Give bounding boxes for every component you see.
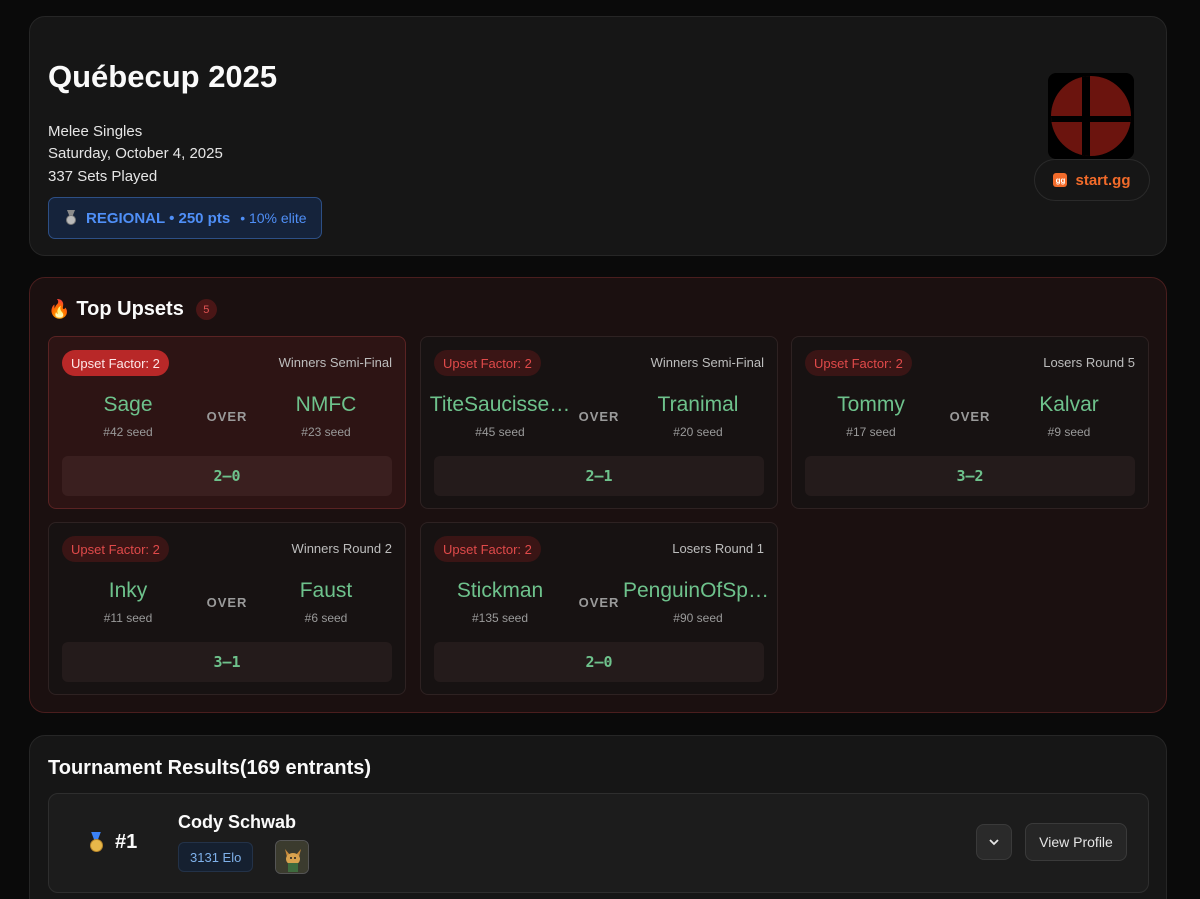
- startgg-icon: gg: [1053, 173, 1068, 187]
- upset-card[interactable]: Upset Factor: 2 Losers Round 1 Stickman …: [420, 522, 778, 695]
- loser-seed: #6 seed: [304, 611, 348, 625]
- loser: Faust #6 seed: [251, 579, 401, 625]
- upset-factor-badge: Upset Factor: 2: [805, 350, 912, 376]
- elo-badge: 3131 Elo: [178, 842, 254, 872]
- upset-factor-badge: Upset Factor: 2: [434, 350, 541, 376]
- upset-card[interactable]: Upset Factor: 2 Losers Round 5 Tommy #17…: [791, 336, 1149, 509]
- loser: Tranimal #20 seed: [623, 393, 773, 439]
- placement: #1: [87, 831, 137, 854]
- expand-button[interactable]: [976, 824, 1012, 860]
- loser: NMFC #23 seed: [251, 393, 401, 439]
- tournament-title: Québecup 2025: [48, 59, 278, 94]
- upset-card[interactable]: Upset Factor: 2 Winners Semi-Final TiteS…: [420, 336, 778, 509]
- round-label: Winners Round 2: [291, 541, 392, 556]
- loser: Kalvar #9 seed: [994, 393, 1144, 439]
- winner-seed: #45 seed: [475, 425, 525, 439]
- tournament-results-section: Tournament Results(169 entrants) #1 Cody…: [29, 735, 1167, 899]
- winner-seed: #135 seed: [471, 611, 529, 625]
- loser-name: Kalvar: [1039, 393, 1099, 416]
- set-score: 2–0: [434, 642, 764, 682]
- placement-number: #1: [115, 831, 138, 853]
- startgg-link[interactable]: gg start.gg: [1034, 159, 1150, 201]
- upsets-header: 🔥 Top Upsets 5: [48, 298, 217, 321]
- set-score: 2–1: [434, 456, 764, 496]
- loser-name: Tranimal: [657, 393, 739, 416]
- tier-badge: REGIONAL • 250 pts • 10% elite: [48, 197, 322, 239]
- loser-name: NMFC: [295, 393, 357, 416]
- gold-medal-icon: [87, 831, 105, 854]
- loser: PenguinOfSpa… #90 seed: [623, 579, 773, 625]
- upsets-count-badge: 5: [195, 299, 217, 320]
- tournament-header: Québecup 2025 Melee Singles Saturday, Oc…: [29, 16, 1167, 256]
- upset-card[interactable]: Upset Factor: 2 Winners Round 2 Inky #11…: [48, 522, 406, 695]
- fox-icon: [275, 840, 309, 874]
- winner-seed: #42 seed: [103, 425, 153, 439]
- results-title: Tournament Results(169 entrants): [48, 757, 372, 779]
- loser-seed: #20 seed: [673, 425, 723, 439]
- set-score: 3–1: [62, 642, 392, 682]
- fire-icon: 🔥: [48, 299, 71, 319]
- set-score: 2–0: [62, 456, 392, 496]
- event-date: Saturday, October 4, 2025: [48, 145, 223, 162]
- smash-logo: [1048, 73, 1134, 159]
- view-profile-button[interactable]: View Profile: [1025, 823, 1127, 861]
- event-name: Melee Singles: [48, 123, 143, 140]
- upset-factor-badge: Upset Factor: 2: [434, 536, 541, 562]
- round-label: Winners Semi-Final: [278, 355, 392, 370]
- loser-seed: #23 seed: [301, 425, 351, 439]
- upset-card[interactable]: Upset Factor: 2 Winners Semi-Final Sage …: [48, 336, 406, 509]
- result-row: #1 Cody Schwab 3131 Elo View Profile: [48, 793, 1149, 893]
- chevron-down-icon: [989, 839, 999, 846]
- upset-factor-badge: Upset Factor: 2: [62, 350, 169, 376]
- round-label: Losers Round 5: [1043, 355, 1135, 370]
- loser-seed: #90 seed: [673, 611, 723, 625]
- top-upsets-section: 🔥 Top Upsets 5 Upset Factor: 2 Winners S…: [29, 277, 1167, 713]
- set-score: 3–2: [805, 456, 1135, 496]
- winner-seed: #17 seed: [846, 425, 896, 439]
- round-label: Losers Round 1: [672, 541, 764, 556]
- startgg-label: start.gg: [1075, 171, 1131, 189]
- loser-seed: #9 seed: [1047, 425, 1091, 439]
- loser-name: PenguinOfSpa…: [623, 579, 773, 602]
- sets-played: 337 Sets Played: [48, 168, 158, 185]
- round-label: Winners Semi-Final: [650, 355, 764, 370]
- medal-icon: [63, 210, 79, 226]
- upsets-title: Top Upsets: [76, 298, 184, 320]
- winner-seed: #11 seed: [103, 611, 153, 625]
- upset-factor-badge: Upset Factor: 2: [62, 536, 169, 562]
- player-name[interactable]: Cody Schwab: [178, 812, 296, 833]
- tier-elite: • 10% elite: [240, 210, 307, 226]
- loser-name: Faust: [299, 579, 353, 602]
- tier-label: REGIONAL • 250 pts: [86, 209, 231, 227]
